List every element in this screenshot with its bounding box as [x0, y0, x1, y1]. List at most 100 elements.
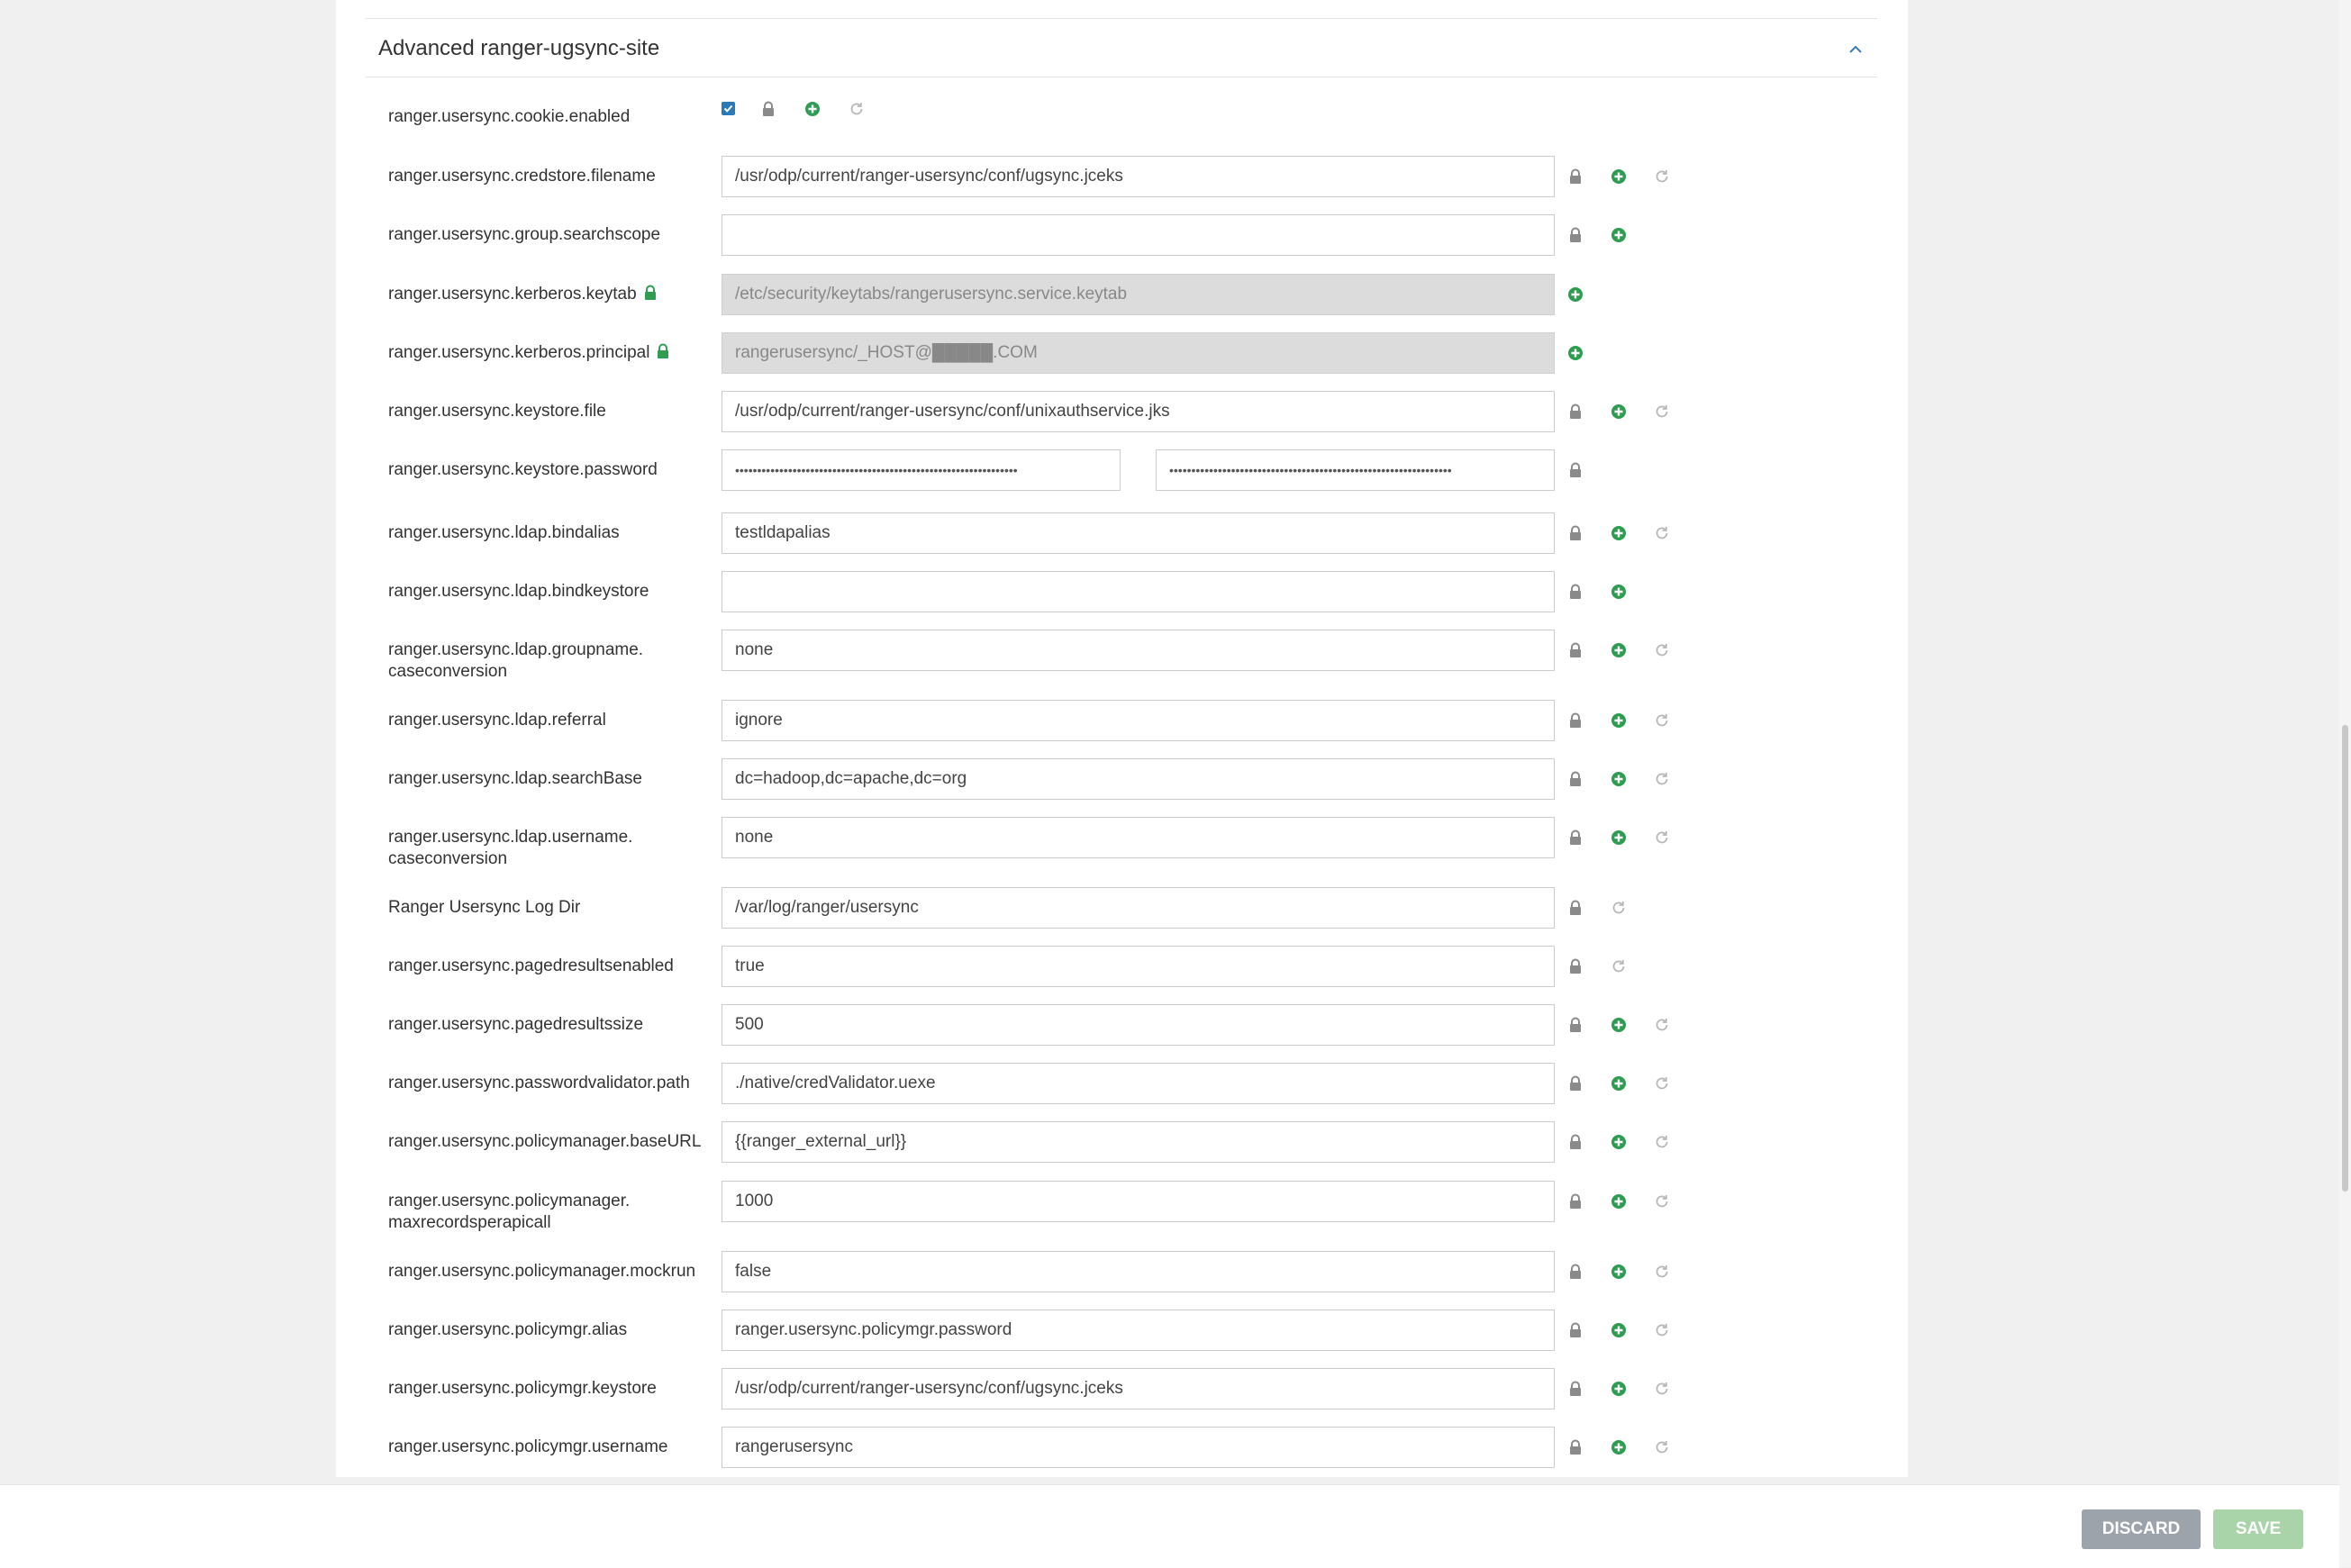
- lock-icon[interactable]: [1567, 1381, 1584, 1397]
- lock-icon[interactable]: [1567, 403, 1584, 420]
- property-value-field[interactable]: [722, 571, 1555, 612]
- reset-icon[interactable]: [849, 101, 865, 117]
- add-override-icon[interactable]: [1611, 1381, 1627, 1397]
- property-name: ranger.usersync.policymgr.alias: [388, 1320, 628, 1339]
- add-override-icon[interactable]: [1611, 1017, 1627, 1033]
- add-override-icon[interactable]: [1611, 1075, 1627, 1092]
- lock-icon[interactable]: [1567, 642, 1584, 658]
- add-override-icon[interactable]: [1611, 525, 1627, 541]
- reset-icon[interactable]: [1654, 712, 1670, 729]
- reset-icon[interactable]: [1654, 1193, 1670, 1210]
- add-override-icon[interactable]: [1611, 1264, 1627, 1280]
- property-checkbox[interactable]: [722, 102, 735, 115]
- property-value-field[interactable]: [722, 391, 1555, 432]
- add-override-icon[interactable]: [1567, 286, 1584, 303]
- lock-icon[interactable]: [1567, 1193, 1584, 1210]
- reset-icon[interactable]: [1654, 1264, 1670, 1280]
- lock-icon[interactable]: [1567, 1322, 1584, 1338]
- property-value-field[interactable]: [722, 1181, 1555, 1222]
- property-row: ranger.usersync.policymgr.alias: [336, 1310, 1908, 1355]
- lock-icon[interactable]: [1567, 525, 1584, 541]
- property-value-field[interactable]: [722, 1063, 1555, 1104]
- vertical-scrollbar[interactable]: [2339, 0, 2351, 1567]
- add-override-icon[interactable]: [1611, 1439, 1627, 1455]
- scroll-thumb[interactable]: [2342, 725, 2348, 1192]
- property-value-field[interactable]: [722, 946, 1555, 987]
- add-override-icon[interactable]: [1611, 168, 1627, 185]
- add-override-icon[interactable]: [1611, 642, 1627, 658]
- property-value-field[interactable]: [722, 630, 1555, 671]
- property-name-continued: maxrecordsperapicall: [388, 1213, 551, 1232]
- property-label: ranger.usersync.kerberos.keytab: [388, 284, 658, 307]
- reset-icon[interactable]: [1654, 1322, 1670, 1338]
- property-row: ranger.usersync.keystore.file: [336, 391, 1908, 436]
- property-label: ranger.usersync.ldap.username. caseconver…: [388, 827, 632, 870]
- lock-icon[interactable]: [1567, 1439, 1584, 1455]
- reset-icon[interactable]: [1654, 168, 1670, 185]
- property-value-field[interactable]: [722, 1427, 1555, 1468]
- lock-icon[interactable]: [1567, 1075, 1584, 1092]
- discard-button[interactable]: DISCARD: [2082, 1509, 2201, 1549]
- property-row: ranger.usersync.ldap.searchBase: [336, 758, 1908, 803]
- save-button[interactable]: SAVE: [2213, 1509, 2303, 1549]
- lock-icon: [642, 285, 658, 307]
- lock-icon[interactable]: [1567, 958, 1584, 974]
- lock-icon[interactable]: [1567, 168, 1584, 185]
- reset-icon[interactable]: [1654, 1075, 1670, 1092]
- property-value-field[interactable]: [722, 1368, 1555, 1409]
- add-override-icon[interactable]: [1611, 771, 1627, 787]
- reset-icon[interactable]: [1654, 1134, 1670, 1150]
- property-name: ranger.usersync.ldap.bindkeystore: [388, 582, 649, 601]
- property-value-field: [722, 332, 1555, 374]
- property-row: ranger.usersync.policymanager.mockrun: [336, 1251, 1908, 1296]
- lock-icon[interactable]: [1567, 227, 1584, 243]
- reset-icon[interactable]: [1654, 829, 1670, 846]
- lock-icon[interactable]: [1567, 1017, 1584, 1033]
- property-row: ranger.usersync.group.searchscope: [336, 214, 1908, 259]
- lock-icon[interactable]: [760, 101, 776, 117]
- property-name: Ranger Usersync Log Dir: [388, 898, 581, 917]
- property-value-field[interactable]: [722, 156, 1555, 197]
- password-field[interactable]: [722, 449, 1121, 491]
- property-value-field[interactable]: [722, 1121, 1555, 1163]
- property-value-field[interactable]: [722, 1310, 1555, 1351]
- property-value-field[interactable]: [722, 817, 1555, 858]
- reset-icon[interactable]: [1654, 771, 1670, 787]
- property-row: ranger.usersync.ldap.username. caseconver…: [336, 817, 1908, 868]
- lock-icon[interactable]: [1567, 584, 1584, 600]
- reset-icon[interactable]: [1654, 1439, 1670, 1455]
- property-value-field[interactable]: [722, 214, 1555, 256]
- reset-icon[interactable]: [1611, 900, 1627, 916]
- reset-icon[interactable]: [1654, 525, 1670, 541]
- reset-icon[interactable]: [1654, 642, 1670, 658]
- lock-icon[interactable]: [1567, 462, 1584, 478]
- property-value-field[interactable]: [722, 887, 1555, 929]
- password-confirm-field[interactable]: [1156, 449, 1555, 491]
- add-override-icon[interactable]: [1611, 584, 1627, 600]
- add-override-icon[interactable]: [1611, 403, 1627, 420]
- add-override-icon[interactable]: [1611, 1193, 1627, 1210]
- lock-icon[interactable]: [1567, 771, 1584, 787]
- add-override-icon[interactable]: [1611, 1322, 1627, 1338]
- property-value-field[interactable]: [722, 1251, 1555, 1292]
- lock-icon[interactable]: [1567, 1134, 1584, 1150]
- property-value-field[interactable]: [722, 700, 1555, 741]
- reset-icon[interactable]: [1654, 1017, 1670, 1033]
- add-override-icon[interactable]: [804, 101, 821, 117]
- reset-icon[interactable]: [1654, 1381, 1670, 1397]
- property-value-field[interactable]: [722, 512, 1555, 554]
- add-override-icon[interactable]: [1611, 829, 1627, 846]
- property-label: ranger.usersync.ldap.groupname. caseconve…: [388, 639, 643, 683]
- property-value-field[interactable]: [722, 758, 1555, 800]
- reset-icon[interactable]: [1611, 958, 1627, 974]
- property-value-field[interactable]: [722, 1004, 1555, 1046]
- lock-icon[interactable]: [1567, 1264, 1584, 1280]
- lock-icon[interactable]: [1567, 900, 1584, 916]
- add-override-icon[interactable]: [1567, 345, 1584, 361]
- lock-icon[interactable]: [1567, 712, 1584, 729]
- reset-icon[interactable]: [1654, 403, 1670, 420]
- add-override-icon[interactable]: [1611, 712, 1627, 729]
- add-override-icon[interactable]: [1611, 1134, 1627, 1150]
- lock-icon[interactable]: [1567, 829, 1584, 846]
- add-override-icon[interactable]: [1611, 227, 1627, 243]
